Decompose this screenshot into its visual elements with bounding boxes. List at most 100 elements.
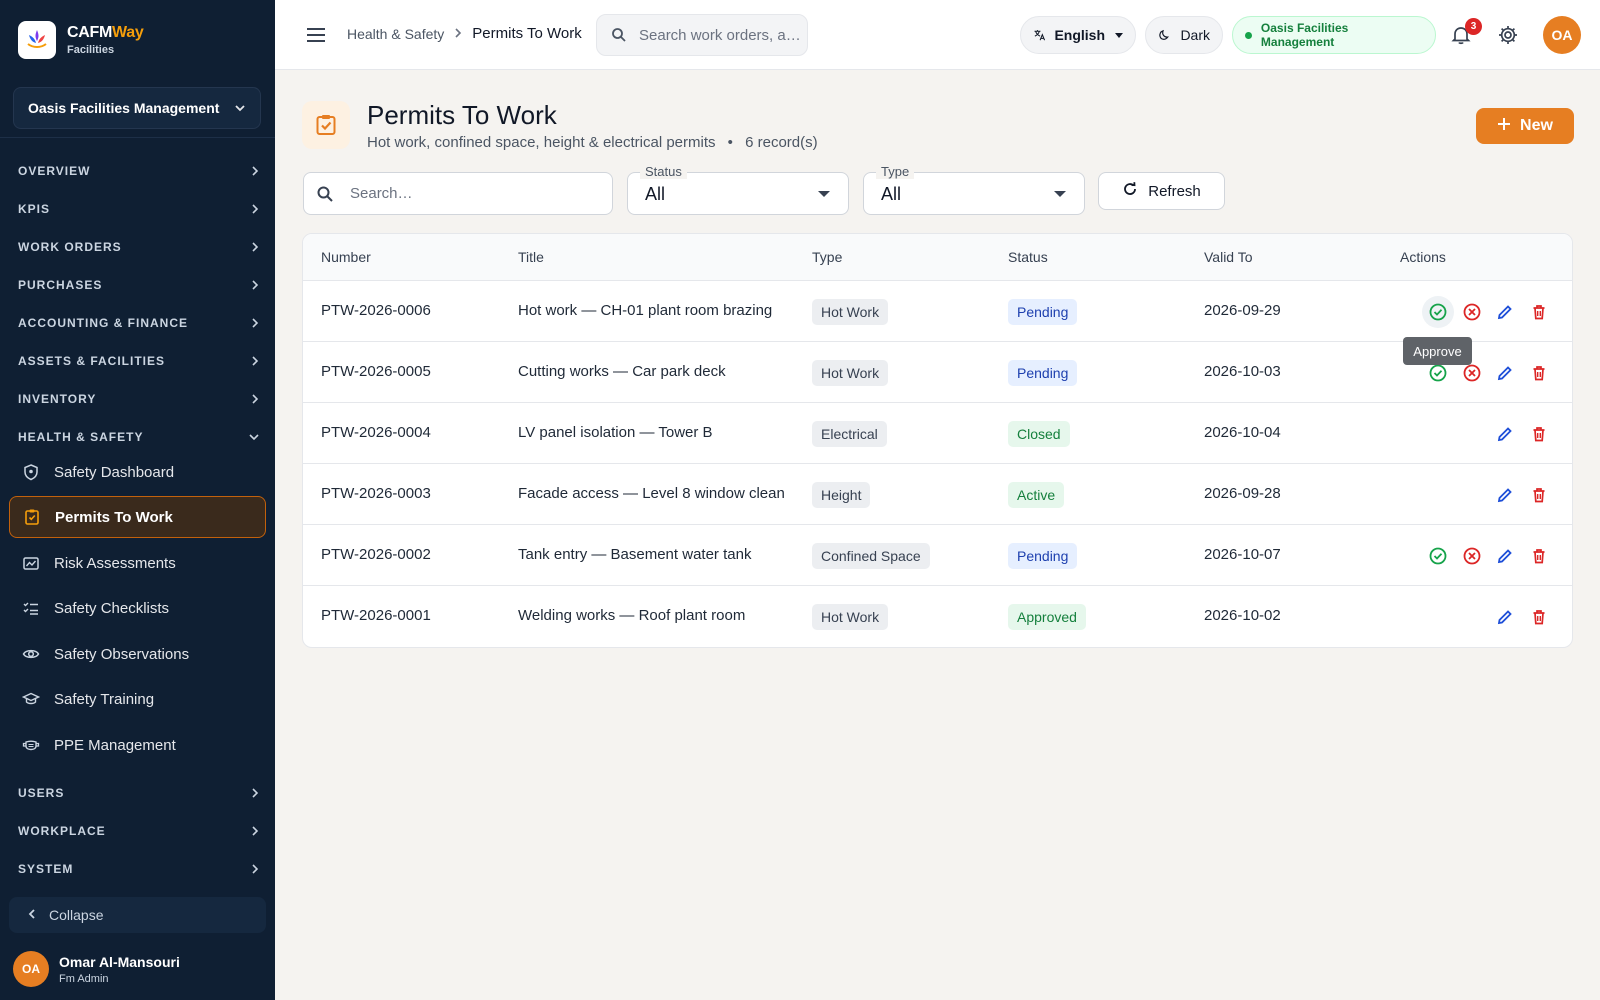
- approve-button[interactable]: [1427, 545, 1449, 567]
- sidebar-item-risk-assessments[interactable]: Risk Assessments: [9, 542, 266, 584]
- sidebar-divider: [0, 137, 275, 138]
- nav-section-accounting[interactable]: ACCOUNTING & FINANCE: [18, 313, 260, 333]
- table-row[interactable]: PTW-2026-0001 Welding works — Roof plant …: [303, 586, 1572, 647]
- collapse-sidebar-button[interactable]: Collapse: [9, 897, 266, 933]
- edit-button[interactable]: [1494, 484, 1516, 506]
- table-row[interactable]: PTW-2026-0004 LV panel isolation — Tower …: [303, 403, 1572, 464]
- nav-section-overview[interactable]: OVERVIEW: [18, 161, 260, 181]
- table-row[interactable]: PTW-2026-0006 Hot work — CH-01 plant room…: [303, 281, 1572, 342]
- sidebar-item-safety-dashboard[interactable]: Safety Dashboard: [9, 451, 266, 493]
- valid-to-date: 2026-10-02: [1204, 607, 1281, 624]
- org-badge[interactable]: Oasis Facilities Management: [1232, 16, 1436, 54]
- chevron-right-icon: [252, 356, 259, 366]
- reject-button[interactable]: [1461, 301, 1483, 323]
- nav-section-workplace[interactable]: WORKPLACE: [18, 821, 260, 841]
- avatar: OA: [13, 951, 49, 987]
- x-circle-icon: [1462, 546, 1482, 566]
- org-selector[interactable]: Oasis Facilities Management: [13, 87, 261, 129]
- breadcrumb: Health & Safety Permits To Work: [347, 25, 582, 42]
- shield-icon: [22, 463, 40, 481]
- delete-button[interactable]: [1528, 606, 1550, 628]
- table-search[interactable]: [303, 172, 613, 215]
- page-title: Permits To Work: [367, 100, 557, 130]
- table-header: Number Title Type Status Valid To Action…: [303, 234, 1572, 281]
- user-profile[interactable]: OA Omar Al-Mansouri Fm Admin: [13, 951, 180, 987]
- table-row[interactable]: PTW-2026-0002 Tank entry — Basement water…: [303, 525, 1572, 586]
- nav-section-purchases[interactable]: PURCHASES: [18, 275, 260, 295]
- breadcrumb-parent[interactable]: Health & Safety: [347, 26, 444, 42]
- column-header-title[interactable]: Title: [518, 249, 544, 265]
- user-name: Omar Al-Mansouri: [59, 953, 180, 970]
- nav-section-users[interactable]: USERS: [18, 783, 260, 803]
- chevron-left-icon: [27, 907, 37, 923]
- sidebar-item-safety-observations[interactable]: Safety Observations: [9, 633, 266, 675]
- x-circle-icon: [1462, 363, 1482, 383]
- type-chip: Hot Work: [812, 604, 889, 630]
- brand[interactable]: CAFMWay Facilities: [18, 21, 144, 59]
- nav-section-inventory[interactable]: INVENTORY: [18, 389, 260, 409]
- column-header-valid-to[interactable]: Valid To: [1204, 249, 1253, 265]
- permit-number: PTW-2026-0002: [321, 546, 431, 563]
- delete-button[interactable]: [1528, 423, 1550, 445]
- sidebar-item-safety-checklists[interactable]: Safety Checklists: [9, 587, 266, 629]
- menu-icon[interactable]: [305, 24, 327, 46]
- nav-section-system[interactable]: SYSTEM: [18, 859, 260, 879]
- sidebar-item-ppe-management[interactable]: PPE Management: [9, 724, 266, 766]
- nav-section-kpis[interactable]: KPIS: [18, 199, 260, 219]
- global-search[interactable]: [596, 14, 808, 56]
- chevron-down-icon: [235, 105, 245, 112]
- avatar[interactable]: OA: [1543, 16, 1581, 54]
- reject-button[interactable]: [1461, 362, 1483, 384]
- trash-icon: [1530, 425, 1548, 443]
- column-header-type[interactable]: Type: [812, 249, 842, 265]
- delete-button[interactable]: [1528, 484, 1550, 506]
- status-badge: Approved: [1008, 604, 1086, 630]
- approve-tooltip: Approve: [1403, 337, 1472, 365]
- permit-number: PTW-2026-0001: [321, 607, 431, 624]
- nav-section-health-safety[interactable]: HEALTH & SAFETY: [18, 427, 260, 447]
- check-circle-icon: [1428, 302, 1448, 322]
- language-selector[interactable]: English: [1020, 16, 1136, 54]
- approve-button[interactable]: [1427, 362, 1449, 384]
- sidebar-item-label: Permits To Work: [55, 508, 173, 526]
- permit-number: PTW-2026-0006: [321, 302, 431, 319]
- edit-button[interactable]: [1494, 606, 1516, 628]
- notification-count-badge: 3: [1465, 18, 1482, 35]
- sidebar: CAFMWay Facilities Oasis Facilities Mana…: [0, 0, 275, 1000]
- table-row[interactable]: PTW-2026-0003 Facade access — Level 8 win…: [303, 464, 1572, 525]
- gear-icon[interactable]: [1497, 24, 1519, 46]
- refresh-label: Refresh: [1148, 182, 1201, 200]
- nav-section-work-orders[interactable]: WORK ORDERS: [18, 237, 260, 257]
- theme-toggle[interactable]: Dark: [1145, 16, 1223, 54]
- status-filter[interactable]: Status All: [627, 164, 849, 215]
- nav-section-assets[interactable]: ASSETS & FACILITIES: [18, 351, 260, 371]
- sidebar-item-label: Risk Assessments: [54, 554, 176, 572]
- delete-button[interactable]: [1528, 301, 1550, 323]
- global-search-input[interactable]: [639, 26, 799, 44]
- delete-button[interactable]: [1528, 362, 1550, 384]
- table-search-input[interactable]: [350, 185, 590, 202]
- table-row[interactable]: PTW-2026-0005 Cutting works — Car park de…: [303, 342, 1572, 403]
- type-filter[interactable]: Type All: [863, 164, 1085, 215]
- edit-button[interactable]: [1494, 423, 1516, 445]
- delete-button[interactable]: [1528, 545, 1550, 567]
- edit-button[interactable]: [1494, 301, 1516, 323]
- reject-button[interactable]: [1461, 545, 1483, 567]
- column-header-status[interactable]: Status: [1008, 249, 1048, 265]
- type-chip: Electrical: [812, 421, 887, 447]
- column-header-number[interactable]: Number: [321, 249, 371, 265]
- new-permit-button[interactable]: New: [1476, 108, 1574, 144]
- edit-button[interactable]: [1494, 362, 1516, 384]
- status-badge: Pending: [1008, 299, 1078, 325]
- approve-button[interactable]: [1422, 296, 1454, 328]
- status-filter-legend: Status: [640, 164, 687, 179]
- sidebar-item-safety-training[interactable]: Safety Training: [9, 678, 266, 720]
- edit-button[interactable]: [1494, 545, 1516, 567]
- refresh-button[interactable]: Refresh: [1098, 172, 1225, 210]
- valid-to-date: 2026-09-28: [1204, 485, 1281, 502]
- sidebar-item-label: Safety Dashboard: [54, 463, 175, 481]
- clipboard-check-icon: [23, 508, 41, 526]
- caret-down-icon: [1054, 191, 1066, 197]
- check-circle-icon: [1428, 363, 1448, 383]
- sidebar-item-permits-to-work[interactable]: Permits To Work: [9, 496, 266, 538]
